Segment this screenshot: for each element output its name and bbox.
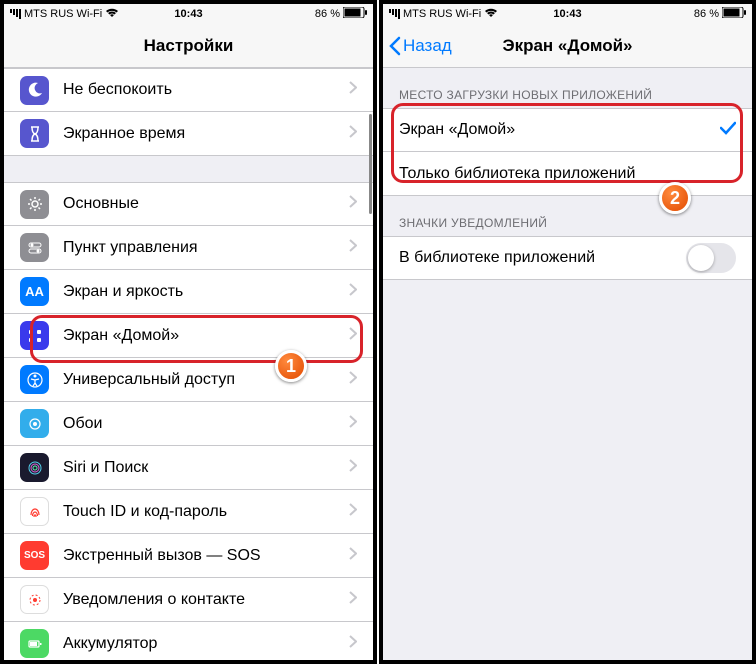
- chevron-right-icon: [349, 635, 357, 653]
- row-dnd[interactable]: Не беспокоить: [4, 68, 373, 112]
- exposure-icon: [20, 585, 49, 614]
- home-screen-settings: MTS RUS Wi-Fi 10:43 86 % Назад Экран «До…: [379, 0, 756, 664]
- touch-icon: [20, 497, 49, 526]
- chevron-right-icon: [349, 327, 357, 345]
- row-touchid[interactable]: Touch ID и код-пароль: [4, 490, 373, 534]
- chevron-right-icon: [349, 459, 357, 477]
- statusbar: MTS RUS Wi-Fi 10:43 86 %: [383, 4, 752, 24]
- switch-toggle[interactable]: [686, 243, 736, 273]
- row-label: Экстренный вызов — SOS: [63, 547, 349, 565]
- row-label: Экран «Домой»: [399, 121, 720, 139]
- row-label: Универсальный доступ: [63, 371, 349, 389]
- row-battery[interactable]: Аккумулятор: [4, 622, 373, 664]
- row-home-screen-option[interactable]: Экран «Домой»: [383, 108, 752, 152]
- chevron-right-icon: [349, 371, 357, 389]
- statusbar-time: 10:43: [383, 8, 752, 20]
- hourglass-icon: [20, 119, 49, 148]
- row-label: Аккумулятор: [63, 635, 349, 653]
- gear-icon: [20, 190, 49, 219]
- grid-icon: [20, 321, 49, 350]
- chevron-right-icon: [349, 81, 357, 99]
- row-label: Touch ID и код-пароль: [63, 503, 349, 521]
- page-title: Настройки: [144, 36, 234, 56]
- row-label: Основные: [63, 195, 349, 213]
- row-label: Уведомления о контакте: [63, 591, 349, 609]
- row-control-center[interactable]: Пункт управления: [4, 226, 373, 270]
- aa-icon: AA: [20, 277, 49, 306]
- access-icon: [20, 365, 49, 394]
- chevron-right-icon: [349, 125, 357, 143]
- row-sos[interactable]: SOS Экстренный вызов — SOS: [4, 534, 373, 578]
- navbar: Настройки: [4, 24, 373, 68]
- check-icon: [720, 121, 736, 140]
- row-display[interactable]: AA Экран и яркость: [4, 270, 373, 314]
- row-accessibility[interactable]: Универсальный доступ: [4, 358, 373, 402]
- sos-icon: SOS: [20, 541, 49, 570]
- chevron-right-icon: [349, 415, 357, 433]
- row-label: Экранное время: [63, 125, 349, 143]
- wall-icon: [20, 409, 49, 438]
- navbar: Назад Экран «Домой»: [383, 24, 752, 68]
- annotation-marker-2: 2: [659, 182, 691, 214]
- chevron-right-icon: [349, 591, 357, 609]
- back-label: Назад: [403, 36, 452, 56]
- chevron-right-icon: [349, 283, 357, 301]
- row-label: Экран «Домой»: [63, 327, 349, 345]
- page-title: Экран «Домой»: [502, 36, 632, 56]
- row-screentime[interactable]: Экранное время: [4, 112, 373, 156]
- row-label: Не беспокоить: [63, 81, 349, 99]
- chevron-right-icon: [349, 239, 357, 257]
- row-wallpaper[interactable]: Обои: [4, 402, 373, 446]
- chevron-right-icon: [349, 503, 357, 521]
- chevron-right-icon: [349, 195, 357, 213]
- row-label: Siri и Поиск: [63, 459, 349, 477]
- moon-icon: [20, 76, 49, 105]
- row-exposure[interactable]: Уведомления о контакте: [4, 578, 373, 622]
- scrollbar[interactable]: [369, 114, 372, 214]
- row-siri[interactable]: Siri и Поиск: [4, 446, 373, 490]
- annotation-marker-1: 1: [275, 350, 307, 382]
- row-label: В библиотеке приложений: [399, 249, 686, 267]
- row-label: Экран и яркость: [63, 283, 349, 301]
- row-label: Пункт управления: [63, 239, 349, 257]
- back-button[interactable]: Назад: [389, 36, 452, 56]
- row-label: Обои: [63, 415, 349, 433]
- section-header-download: МЕСТО ЗАГРУЗКИ НОВЫХ ПРИЛОЖЕНИЙ: [383, 68, 752, 108]
- siri-icon: [20, 453, 49, 482]
- statusbar-time: 10:43: [4, 8, 373, 20]
- toggles-icon: [20, 233, 49, 262]
- section-header-badges: ЗНАЧКИ УВЕДОМЛЕНИЙ: [383, 196, 752, 236]
- statusbar: MTS RUS Wi-Fi 10:43 86 %: [4, 4, 373, 24]
- row-app-library-option[interactable]: Только библиотека приложений: [383, 152, 752, 196]
- row-badges-library[interactable]: В библиотеке приложений: [383, 236, 752, 280]
- chevron-right-icon: [349, 547, 357, 565]
- battery-icon: [20, 629, 49, 658]
- row-label: Только библиотека приложений: [399, 165, 736, 183]
- row-general[interactable]: Основные: [4, 182, 373, 226]
- settings-screen: MTS RUS Wi-Fi 10:43 86 % Настройки Не бе…: [0, 0, 377, 664]
- row-home-screen[interactable]: Экран «Домой»: [4, 314, 373, 358]
